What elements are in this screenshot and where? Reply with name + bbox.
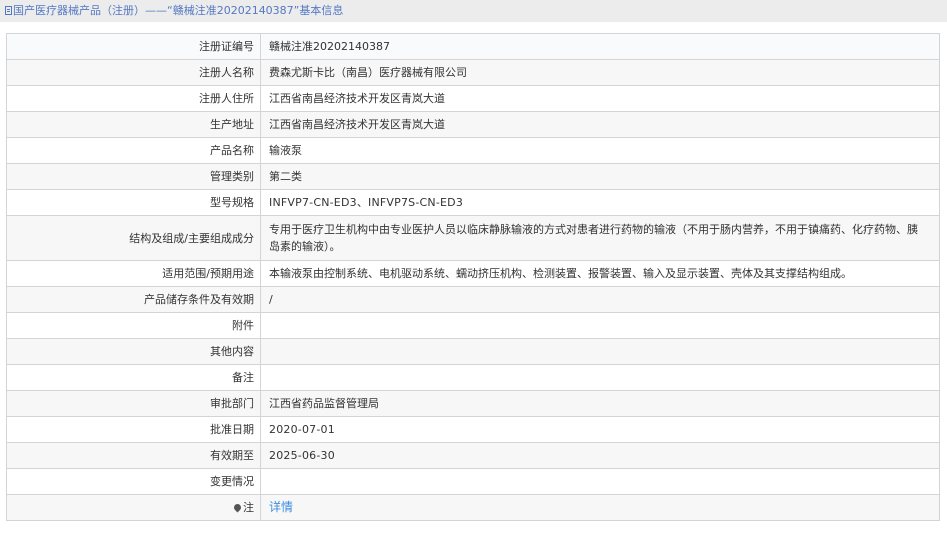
registration-info-table: 注册证编号 赣械注准20202140387 注册人名称 费森尤斯卡比（南昌）医疗… bbox=[6, 33, 940, 521]
table-row: 有效期至 2025-06-30 bbox=[6, 442, 940, 469]
table-row: 注册人名称 费森尤斯卡比（南昌）医疗器械有限公司 bbox=[6, 59, 940, 86]
row-value-note: 详情 bbox=[260, 494, 940, 521]
table-row: 产品名称 输液泵 bbox=[6, 137, 940, 164]
row-label-change-status: 变更情况 bbox=[6, 468, 261, 495]
row-value-change-status bbox=[260, 468, 940, 495]
table-row: 型号规格 INFVP7-CN-ED3、INFVP7S-CN-ED3 bbox=[6, 189, 940, 216]
row-label-product-name: 产品名称 bbox=[6, 137, 261, 164]
row-label-structure-composition: 结构及组成/主要组成成分 bbox=[6, 215, 261, 261]
note-label-text: 注 bbox=[243, 501, 254, 514]
row-label-storage-validity: 产品储存条件及有效期 bbox=[6, 286, 261, 313]
table-row: 管理类别 第二类 bbox=[6, 163, 940, 190]
table-row: 注册证编号 赣械注准20202140387 bbox=[6, 33, 940, 60]
row-label-other-content: 其他内容 bbox=[6, 338, 261, 365]
document-icon bbox=[5, 6, 12, 15]
row-value-registration-number: 赣械注准20202140387 bbox=[260, 33, 940, 60]
row-label-attachments: 附件 bbox=[6, 312, 261, 339]
table-row: 审批部门 江西省药品监督管理局 bbox=[6, 390, 940, 417]
table-row: 变更情况 bbox=[6, 468, 940, 495]
table-row: 附件 bbox=[6, 312, 940, 339]
breadcrumb-text: 国产医疗器械产品（注册）——“赣械注准20202140387”基本信息 bbox=[13, 4, 344, 17]
row-value-storage-validity: / bbox=[260, 286, 940, 313]
row-value-registrant-address: 江西省南昌经济技术开发区青岚大道 bbox=[260, 85, 940, 112]
pin-icon bbox=[232, 502, 243, 513]
row-label-approval-date: 批准日期 bbox=[6, 416, 261, 443]
row-value-attachments bbox=[260, 312, 940, 339]
table-row: 产品储存条件及有效期 / bbox=[6, 286, 940, 313]
row-value-intended-use: 本输液泵由控制系统、电机驱动系统、蠕动挤压机构、检测装置、报警装置、输入及显示装… bbox=[260, 260, 940, 287]
table-row: 备注 bbox=[6, 364, 940, 391]
row-value-product-name: 输液泵 bbox=[260, 137, 940, 164]
table-row: 其他内容 bbox=[6, 338, 940, 365]
row-label-production-address: 生产地址 bbox=[6, 111, 261, 138]
row-value-other-content bbox=[260, 338, 940, 365]
table-row: 结构及组成/主要组成成分 专用于医疗卫生机构中由专业医护人员以临床静脉输液的方式… bbox=[6, 215, 940, 261]
row-label-registrant-address: 注册人住所 bbox=[6, 85, 261, 112]
breadcrumb: 国产医疗器械产品（注册）——“赣械注准20202140387”基本信息 bbox=[0, 0, 947, 22]
row-value-model-spec: INFVP7-CN-ED3、INFVP7S-CN-ED3 bbox=[260, 189, 940, 216]
row-label-approval-department: 审批部门 bbox=[6, 390, 261, 417]
row-value-approval-department: 江西省药品监督管理局 bbox=[260, 390, 940, 417]
row-label-model-spec: 型号规格 bbox=[6, 189, 261, 216]
row-value-management-category: 第二类 bbox=[260, 163, 940, 190]
row-label-note: 注 bbox=[6, 494, 261, 521]
table-row: 注册人住所 江西省南昌经济技术开发区青岚大道 bbox=[6, 85, 940, 112]
table-row: 适用范围/预期用途 本输液泵由控制系统、电机驱动系统、蠕动挤压机构、检测装置、报… bbox=[6, 260, 940, 287]
row-label-intended-use: 适用范围/预期用途 bbox=[6, 260, 261, 287]
row-value-valid-until: 2025-06-30 bbox=[260, 442, 940, 469]
row-label-registrant-name: 注册人名称 bbox=[6, 59, 261, 86]
row-value-registrant-name: 费森尤斯卡比（南昌）医疗器械有限公司 bbox=[260, 59, 940, 86]
table-row: 注 详情 bbox=[6, 494, 940, 521]
row-value-remarks bbox=[260, 364, 940, 391]
row-label-remarks: 备注 bbox=[6, 364, 261, 391]
table-row: 批准日期 2020-07-01 bbox=[6, 416, 940, 443]
details-link[interactable]: 详情 bbox=[269, 500, 293, 514]
row-value-production-address: 江西省南昌经济技术开发区青岚大道 bbox=[260, 111, 940, 138]
row-value-approval-date: 2020-07-01 bbox=[260, 416, 940, 443]
table-row: 生产地址 江西省南昌经济技术开发区青岚大道 bbox=[6, 111, 940, 138]
row-value-structure-composition: 专用于医疗卫生机构中由专业医护人员以临床静脉输液的方式对患者进行药物的输液（不用… bbox=[260, 215, 940, 261]
row-label-management-category: 管理类别 bbox=[6, 163, 261, 190]
row-label-registration-number: 注册证编号 bbox=[6, 33, 261, 60]
row-label-valid-until: 有效期至 bbox=[6, 442, 261, 469]
